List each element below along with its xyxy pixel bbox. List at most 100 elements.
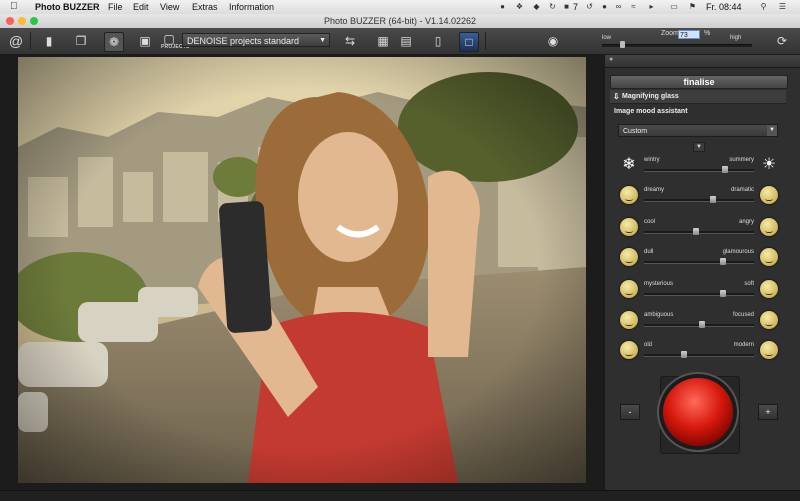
compare-icon[interactable]: ▯ <box>429 32 447 50</box>
menu-view[interactable]: View <box>160 1 179 13</box>
magnifying-glass-toggle[interactable]: ⇩ Magnifying glass <box>610 90 786 104</box>
evernote-icon[interactable]: ◆ <box>532 2 541 11</box>
mood-slider-thumb[interactable] <box>699 321 706 328</box>
mood-slider-track[interactable] <box>644 231 754 234</box>
mood-preset-select[interactable]: Custom ▼ <box>618 124 778 137</box>
mood-left-label: ambiguous <box>644 312 674 318</box>
bottom-status-bar <box>0 490 800 501</box>
notification-icon[interactable]: ■ <box>562 2 571 11</box>
preset-select[interactable]: DENOISE projects standard ▼ <box>182 33 330 47</box>
mood-slider-row: dreamy dramatic <box>618 186 780 208</box>
transfer-icon[interactable]: ⇆ <box>341 32 359 50</box>
menu-information[interactable]: Information <box>229 1 274 13</box>
mood-slider-thumb[interactable] <box>692 228 699 235</box>
zoom-unit: % <box>704 30 711 37</box>
chevron-down-icon: ▼ <box>319 37 326 44</box>
mood-slider-thumb[interactable] <box>680 351 687 358</box>
menu-edit[interactable]: Edit <box>133 1 149 13</box>
zoom-high-label: high <box>730 35 742 41</box>
mood-right-label: dramatic <box>730 187 754 193</box>
mood-slider-track[interactable] <box>644 169 754 172</box>
minimize-window-button[interactable] <box>18 17 26 25</box>
spotlight-icon[interactable]: ⚲ <box>759 2 768 11</box>
mood-left-label: cool <box>644 219 656 225</box>
new-document-icon[interactable]: ▮ <box>40 32 58 50</box>
zoom-window-button[interactable] <box>30 17 38 25</box>
window-title: Photo BUZZER (64-bit) - V1.14.02262 <box>323 16 477 26</box>
mood-face-left-icon[interactable] <box>620 248 638 266</box>
mood-face-left-icon[interactable] <box>620 341 638 359</box>
record-icon[interactable]: ● <box>498 2 507 11</box>
bluetooth-icon[interactable]: ∞ <box>614 2 623 11</box>
export-icon[interactable]: ▦ <box>374 32 392 50</box>
dropbox-icon[interactable]: ❖ <box>515 2 524 11</box>
panel-menu-icon[interactable]: ● <box>609 56 613 63</box>
zoom-control: low Zoom 73 % high <box>598 29 762 53</box>
mood-slider-track[interactable] <box>644 261 754 264</box>
mood-slider-track[interactable] <box>644 199 754 202</box>
close-window-button[interactable] <box>6 17 14 25</box>
decrease-button[interactable]: - <box>620 404 640 420</box>
mood-face-right-icon[interactable] <box>760 280 778 298</box>
mood-options-dropdown[interactable]: ▼ <box>693 142 705 152</box>
buzzer-button[interactable] <box>663 378 733 446</box>
eye-preview-icon[interactable]: ◉ <box>544 32 562 50</box>
toolbar-separator <box>30 32 31 50</box>
menu-file[interactable]: File <box>108 1 123 13</box>
mood-preset-value: Custom <box>623 128 648 135</box>
notification-center-icon[interactable]: ☰ <box>778 2 787 11</box>
mood-right-label: soft <box>744 281 754 287</box>
copy-icon[interactable]: ❐ <box>72 32 90 50</box>
increase-button[interactable]: + <box>758 404 778 420</box>
volume-icon[interactable]: ▸ <box>647 2 656 11</box>
mood-slider-thumb[interactable] <box>720 258 727 265</box>
snowflake-icon[interactable]: ❄ <box>620 156 638 174</box>
sync-icon[interactable]: ↻ <box>548 2 557 11</box>
sync2-icon[interactable]: ↺ <box>585 2 594 11</box>
mood-face-right-icon[interactable] <box>760 311 778 329</box>
mood-slider-row: ❄ ☀ wintry summery <box>618 156 780 178</box>
wifi-icon[interactable]: ≈ <box>629 2 638 11</box>
histogram-icon[interactable]: □ <box>459 32 479 52</box>
mood-face-left-icon[interactable] <box>620 311 638 329</box>
print-icon[interactable]: ▤ <box>397 32 415 50</box>
flag-icon[interactable]: ⚑ <box>688 2 697 11</box>
mood-face-left-icon[interactable] <box>620 186 638 204</box>
mood-slider-row: old modern <box>618 341 780 363</box>
lock-icon[interactable]: ● <box>600 2 609 11</box>
mood-right-label: modern <box>733 342 754 348</box>
mood-slider-track[interactable] <box>644 354 754 357</box>
mood-slider-thumb[interactable] <box>720 290 727 297</box>
battery-count: 7 <box>573 2 579 12</box>
mood-face-right-icon[interactable] <box>760 218 778 236</box>
at-icon[interactable]: @ <box>7 32 25 50</box>
mood-slider-track[interactable] <box>644 293 754 296</box>
clock[interactable]: Fr. 08:44 <box>706 1 742 13</box>
mood-face-left-icon[interactable] <box>620 218 638 236</box>
finalise-button[interactable]: finalise <box>610 75 788 89</box>
mood-assistant-title: Image mood assistant <box>614 108 688 115</box>
sun-icon[interactable]: ☀ <box>760 156 778 174</box>
mood-face-left-icon[interactable] <box>620 280 638 298</box>
mood-left-label: dull <box>644 249 654 255</box>
palette-icon[interactable]: ❁ <box>104 32 124 52</box>
apple-menu-icon[interactable]:  <box>10 1 18 13</box>
mood-slider-row: cool angry <box>618 218 780 240</box>
mood-face-right-icon[interactable] <box>760 186 778 204</box>
app-menu[interactable]: Photo BUZZER <box>35 1 100 13</box>
photo-preview[interactable] <box>18 57 586 483</box>
mood-slider-row: mysterious soft <box>618 280 780 302</box>
mood-left-label: old <box>644 342 653 348</box>
menu-extras[interactable]: Extras <box>192 1 218 13</box>
mood-slider-thumb[interactable] <box>722 166 729 173</box>
mood-left-label: wintry <box>644 157 660 163</box>
menu-bar:  Photo BUZZER File Edit View Extras Inf… <box>0 0 800 15</box>
save-icon[interactable]: ▣ <box>136 32 154 50</box>
battery-icon[interactable]: ▭ <box>664 2 684 11</box>
zoom-input[interactable]: 73 <box>678 30 700 39</box>
mood-face-right-icon[interactable] <box>760 248 778 266</box>
mood-face-right-icon[interactable] <box>760 341 778 359</box>
zoom-slider-thumb[interactable] <box>620 41 625 48</box>
mood-slider-thumb[interactable] <box>710 196 717 203</box>
crop-rotate-icon[interactable]: ⟳ <box>773 32 791 50</box>
